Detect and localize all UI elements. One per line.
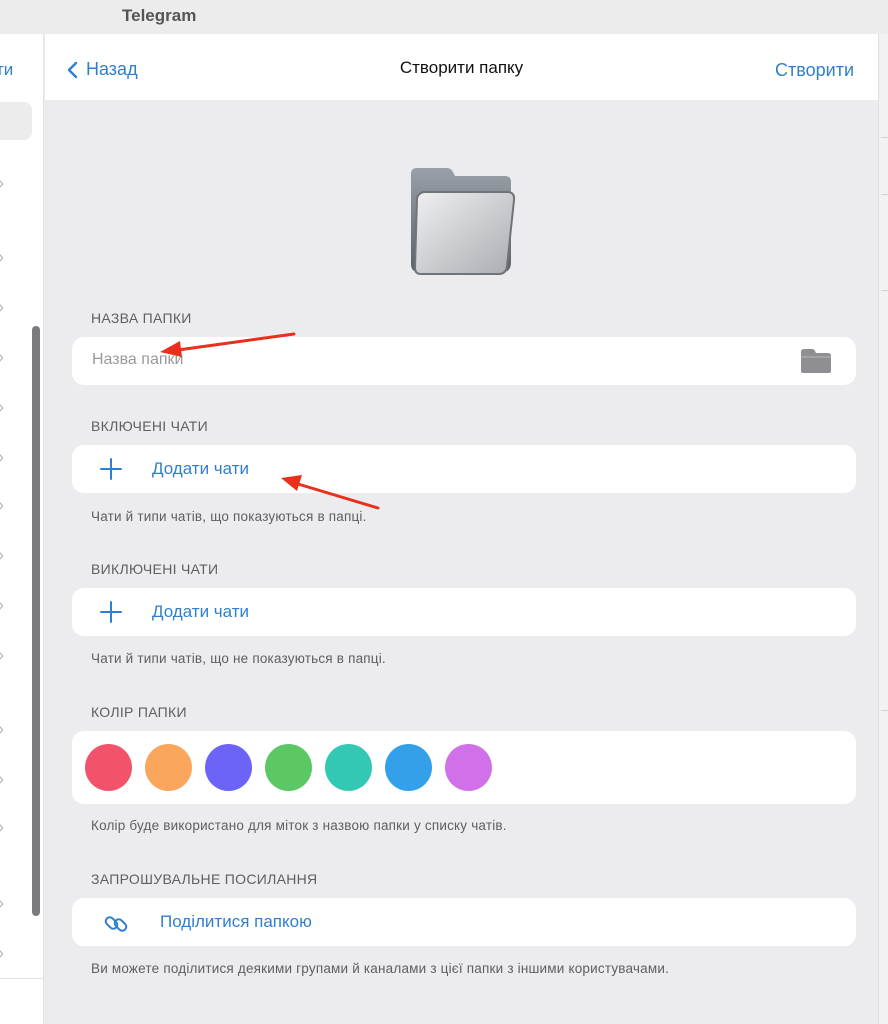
folder-name-card [72,337,856,385]
color-swatch[interactable] [205,744,252,791]
section-label-excluded-chats: ВИКЛЮЧЕНІ ЧАТИ [91,561,219,577]
share-folder-card: Поділитися папкою [72,898,856,946]
add-included-chats-label: Додати чати [152,459,250,478]
chevron-right-icon[interactable]: › [0,298,12,316]
sidebar-selected-row[interactable] [0,102,32,140]
share-folder-label: Поділитися папкою [160,912,312,931]
invite-link-hint: Ви можете поділитися деякими групами й к… [91,961,670,976]
chevron-right-icon[interactable]: › [0,770,12,788]
chevron-right-icon[interactable]: › [0,174,12,192]
color-swatch[interactable] [325,744,372,791]
section-label-folder-name: НАЗВА ПАПКИ [91,310,192,326]
chevron-right-icon[interactable]: › [0,398,12,416]
folder-icon[interactable] [800,348,832,374]
section-label-invite-link: ЗАПРОШУВАЛЬНЕ ПОСИЛАННЯ [91,871,318,887]
excluded-chats-hint: Чати й типи чатів, що не показуються в п… [91,651,386,666]
divider [0,978,43,979]
folder-illustration-icon [411,168,516,275]
folder-color-hint: Колір буде використано для міток з назво… [91,818,507,833]
color-swatch[interactable] [385,744,432,791]
add-excluded-chats-label: Додати чати [152,602,250,621]
page-title: Створити папку [399,58,524,77]
divider [881,290,888,291]
link-icon [104,916,128,932]
add-included-chats-button[interactable]: Додати чати [72,445,856,493]
divider [881,137,888,138]
sidebar-edge-label[interactable]: ти [0,60,13,80]
background-window-edge [878,34,888,1024]
section-label-included-chats: ВКЛЮЧЕНІ ЧАТИ [91,418,209,434]
color-swatch[interactable] [85,744,132,791]
add-excluded-chats-button[interactable]: Додати чати [72,588,856,636]
create-folder-form: НАЗВА ПАПКИ ВКЛЮЧЕНІ ЧАТИ Додати чати Ча… [45,100,878,1024]
chevron-right-icon[interactable]: › [0,944,12,962]
included-chats-hint: Чати й типи чатів, що показуються в папц… [91,509,367,524]
excluded-chats-card: Додати чати [72,588,856,636]
chevron-right-icon[interactable]: › [0,720,12,738]
chevron-right-icon[interactable]: › [0,248,12,266]
create-button[interactable]: Створити [775,60,854,81]
chevron-right-icon[interactable]: › [0,496,12,514]
plus-icon [100,458,122,480]
included-chats-card: Додати чати [72,445,856,493]
divider [881,710,888,711]
chevron-right-icon[interactable]: › [0,894,12,912]
color-picker [72,731,856,804]
window-titlebar: Telegram [0,0,888,34]
chevron-right-icon[interactable]: › [0,546,12,564]
color-swatch[interactable] [265,744,312,791]
folder-color-card [72,731,856,804]
color-swatch[interactable] [145,744,192,791]
chevron-right-icon[interactable]: › [0,448,12,466]
chevron-right-icon[interactable]: › [0,348,12,366]
share-folder-button[interactable]: Поділитися папкою [72,898,856,946]
plus-icon [100,601,122,623]
chevron-right-icon[interactable]: › [0,646,12,664]
divider [881,194,888,195]
chevron-right-icon[interactable]: › [0,818,12,836]
window-title: Telegram [122,6,197,25]
folder-name-input[interactable] [92,351,772,369]
header-bar: Назад Створити папку Створити [45,34,878,100]
sidebar: ти › › › › › › › › › › › › › › › [0,34,44,1024]
section-label-folder-color: КОЛІР ПАПКИ [91,704,187,720]
color-swatch[interactable] [445,744,492,791]
chevron-right-icon[interactable]: › [0,596,12,614]
sidebar-scrollbar[interactable] [32,326,40,916]
